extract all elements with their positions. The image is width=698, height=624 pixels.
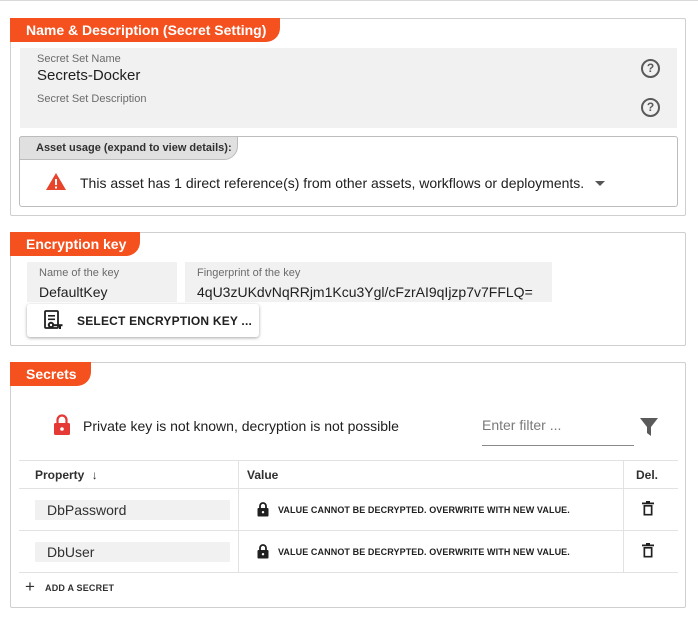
column-header-property[interactable]: Property ↓ [35, 468, 98, 482]
panel-title-name-description: Name & Description (Secret Setting) [10, 18, 281, 42]
filter-input[interactable]: Enter filter ... [482, 414, 634, 446]
key-certificate-icon [44, 310, 63, 329]
panel-title-secrets: Secrets [10, 362, 91, 386]
value-cell[interactable]: VALUE CANNOT BE DECRYPTED. OVERWRITE WIT… [278, 505, 570, 515]
lock-icon [257, 502, 269, 517]
filter-icon[interactable] [640, 417, 658, 437]
key-name-field: Name of the key DefaultKey [27, 262, 177, 302]
lock-icon [257, 544, 269, 559]
field-label: Secret Set Description [37, 93, 147, 105]
asset-usage-box[interactable]: Asset usage (expand to view details): Th… [19, 136, 678, 207]
chevron-down-icon[interactable] [595, 181, 605, 186]
key-fingerprint-field: Fingerprint of the key 4qU3zUKdvNqRRjm1K… [185, 262, 552, 302]
warning-icon [46, 173, 66, 190]
secret-set-description-field[interactable]: Secret Set Description ? [20, 88, 677, 128]
field-value: Secrets-Docker [37, 67, 141, 84]
sort-arrow-icon[interactable]: ↓ [92, 468, 98, 482]
column-label: Property [35, 468, 85, 482]
delete-icon[interactable] [642, 543, 654, 558]
field-label: Fingerprint of the key [197, 267, 301, 279]
delete-icon[interactable] [642, 501, 654, 516]
decryption-notice: Private key is not known, decryption is … [83, 418, 399, 434]
property-name-cell[interactable]: DbPassword [35, 500, 230, 520]
field-label: Secret Set Name [37, 53, 121, 65]
lock-icon [54, 414, 70, 435]
column-header-value: Value [247, 468, 279, 482]
help-icon[interactable]: ? [641, 98, 660, 117]
column-header-del: Del. [636, 468, 659, 482]
table-header: Property ↓ Value Del. [19, 460, 678, 489]
add-secret-label: ADD A SECRET [45, 583, 115, 593]
plus-icon: + [25, 577, 35, 596]
select-encryption-key-label: SELECT ENCRYPTION KEY ... [77, 314, 253, 328]
select-encryption-key-button[interactable]: SELECT ENCRYPTION KEY ... [27, 304, 259, 337]
value-cell[interactable]: VALUE CANNOT BE DECRYPTED. OVERWRITE WIT… [278, 547, 570, 557]
table-row: DbUser VALUE CANNOT BE DECRYPTED. OVERWR… [19, 531, 678, 573]
asset-usage-tab[interactable]: Asset usage (expand to view details): [19, 136, 238, 160]
asset-usage-message: This asset has 1 direct reference(s) fro… [80, 175, 585, 191]
field-label: Name of the key [39, 267, 120, 279]
secret-set-name-field[interactable]: Secret Set Name Secrets-Docker ? [20, 48, 677, 88]
field-value: 4qU3zUKdvNqRRjm1Kcu3Ygl/cFzrAI9qIjzp7v7F… [197, 284, 533, 300]
top-divider [0, 0, 698, 1]
property-name-cell[interactable]: DbUser [35, 542, 230, 562]
table-row: DbPassword VALUE CANNOT BE DECRYPTED. OV… [19, 489, 678, 531]
panel-title-encryption-key: Encryption key [10, 232, 141, 256]
field-value: DefaultKey [39, 284, 108, 300]
help-icon[interactable]: ? [641, 59, 660, 78]
